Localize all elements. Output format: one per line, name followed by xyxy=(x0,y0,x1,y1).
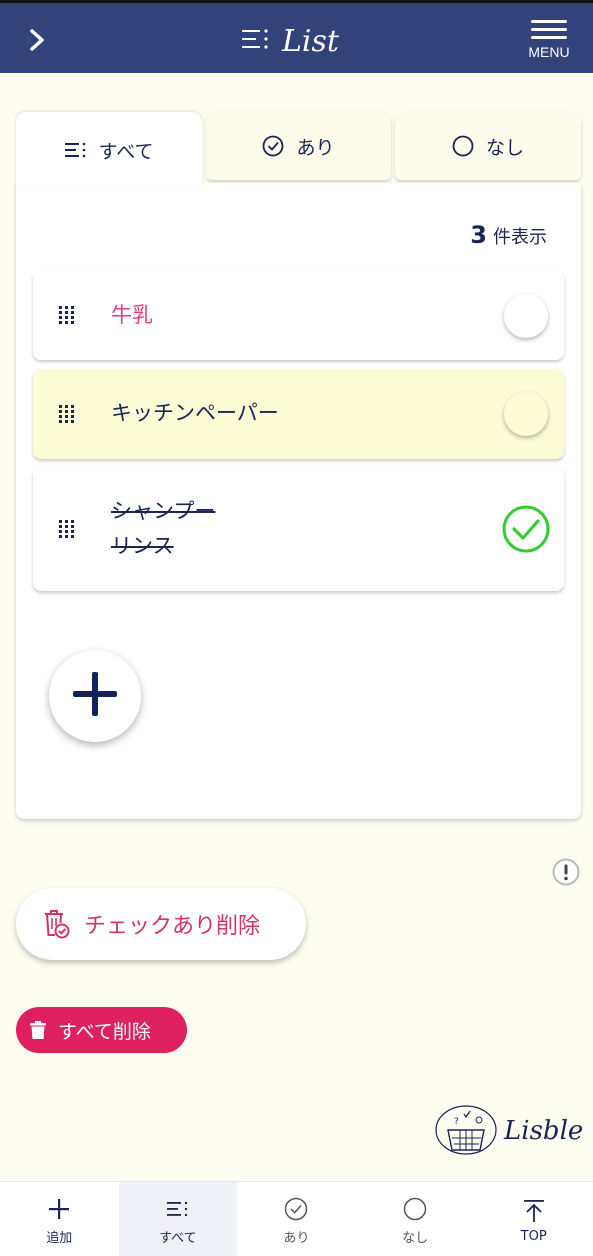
app-header: List MENU xyxy=(0,0,593,73)
list-item[interactable]: キッチンペーパー xyxy=(33,369,564,459)
nav-unchecked[interactable]: なし xyxy=(356,1182,475,1256)
svg-text:?: ? xyxy=(454,1117,459,1127)
list-item-line: リンス xyxy=(111,534,174,558)
check-circle-icon[interactable] xyxy=(502,505,550,553)
filter-tabs: すべて あり なし xyxy=(16,112,581,188)
nav-label: なし xyxy=(402,1230,429,1246)
delete-checked-label: チェックあり削除 xyxy=(84,914,261,939)
list-icon xyxy=(64,142,87,158)
list-item[interactable]: シャンプー リンス xyxy=(33,467,564,591)
hamburger-icon xyxy=(527,20,571,39)
trash-icon xyxy=(30,1021,46,1039)
tab-label: あり xyxy=(296,136,335,159)
header-title: List xyxy=(240,23,339,59)
tab-label: すべて xyxy=(98,140,154,163)
list-item[interactable]: 牛乳 xyxy=(33,270,564,360)
drag-handle-icon[interactable] xyxy=(59,306,75,324)
nav-top[interactable]: TOP xyxy=(474,1182,593,1256)
delete-all-label: すべて削除 xyxy=(58,1020,151,1043)
check-circle-icon xyxy=(284,1194,308,1224)
menu-button[interactable]: MENU xyxy=(527,15,571,65)
delete-checked-button[interactable]: チェックあり削除 xyxy=(16,888,306,960)
check-circle-icon xyxy=(262,135,284,157)
checkbox-toggle[interactable] xyxy=(504,294,548,338)
nav-label: TOP xyxy=(520,1228,547,1244)
circle-icon xyxy=(452,135,474,157)
nav-label: あり xyxy=(283,1230,310,1246)
arrow-up-icon xyxy=(523,1196,545,1226)
menu-label: MENU xyxy=(528,44,570,60)
plus-icon xyxy=(48,1194,70,1224)
add-item-button[interactable] xyxy=(49,650,141,742)
list-icon xyxy=(240,28,270,54)
basket-icon: ? xyxy=(434,1100,498,1162)
nav-add[interactable]: 追加 xyxy=(0,1182,119,1256)
nav-checked[interactable]: あり xyxy=(237,1182,356,1256)
list-item-text: シャンプー リンス xyxy=(111,494,215,564)
trash-check-icon xyxy=(42,909,70,939)
list-item-line: シャンプー xyxy=(111,499,216,523)
brand-logo: ? Lisble xyxy=(434,1102,584,1160)
bottom-nav: 追加 すべて あり なし TOP xyxy=(0,1181,593,1256)
tab-all[interactable]: すべて xyxy=(16,112,202,188)
nav-all[interactable]: すべて xyxy=(118,1182,238,1256)
list-icon xyxy=(166,1194,189,1224)
list-panel: 3 件表示 牛乳 キッチンペーパー シャンプー リンス xyxy=(16,183,581,819)
item-count-number: 3 xyxy=(470,221,487,249)
item-count: 3 件表示 xyxy=(470,221,547,249)
delete-all-button[interactable]: すべて削除 xyxy=(16,1007,187,1053)
brand-name: Lisble xyxy=(504,1116,584,1146)
list-item-text: 牛乳 xyxy=(111,303,153,327)
nav-label: 追加 xyxy=(46,1230,73,1246)
item-count-suffix: 件表示 xyxy=(493,227,547,248)
circle-icon xyxy=(403,1194,427,1224)
drag-handle-icon[interactable] xyxy=(59,520,75,538)
plus-icon xyxy=(70,669,120,723)
nav-label: すべて xyxy=(159,1230,197,1246)
tab-label: なし xyxy=(485,136,524,159)
list-item-text: キッチンペーパー xyxy=(111,401,279,425)
tab-checked[interactable]: あり xyxy=(206,112,391,180)
checkbox-toggle[interactable] xyxy=(504,392,548,436)
chevron-right-icon[interactable] xyxy=(26,25,50,55)
tab-unchecked[interactable]: なし xyxy=(395,112,581,180)
header-title-text: List xyxy=(282,23,339,59)
info-icon[interactable] xyxy=(552,858,580,886)
drag-handle-icon[interactable] xyxy=(59,405,75,423)
